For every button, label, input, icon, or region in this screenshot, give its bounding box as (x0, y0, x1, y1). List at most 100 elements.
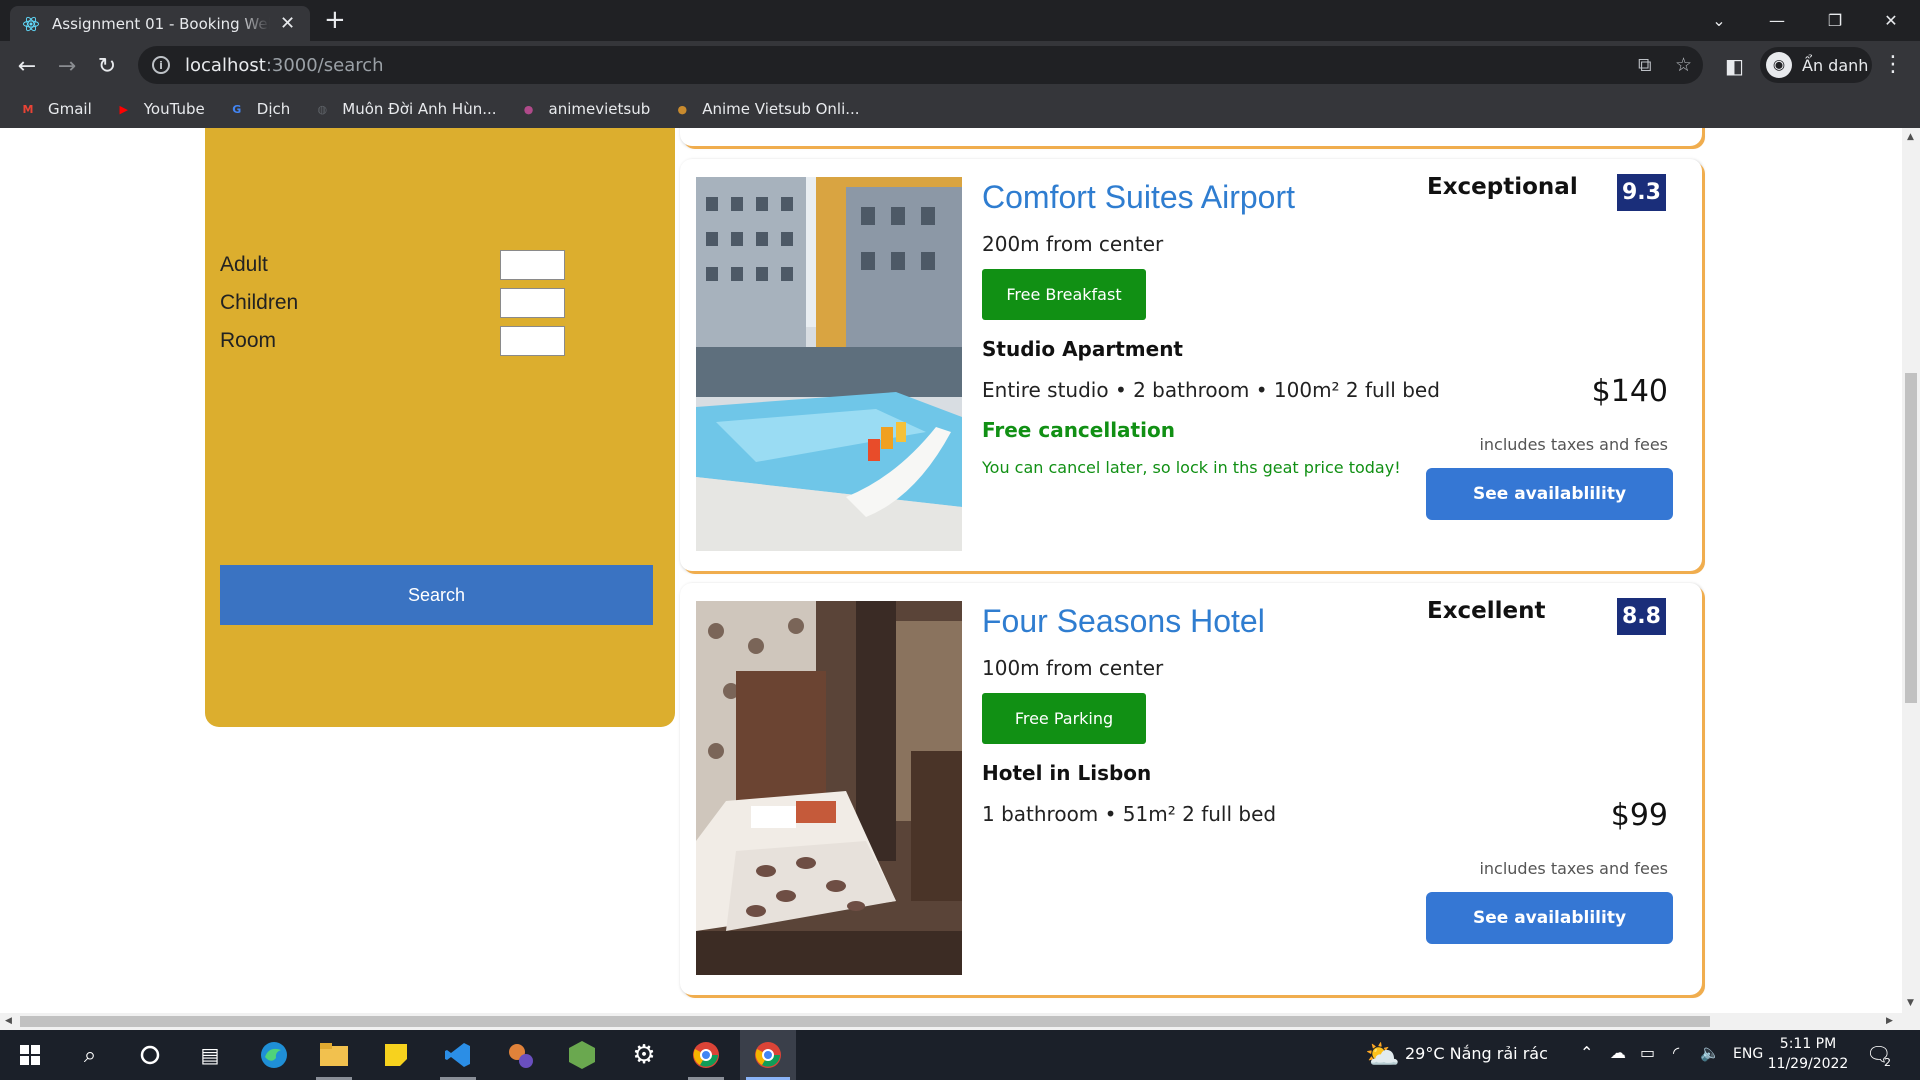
room-type: Hotel in Lisbon (982, 761, 1152, 785)
hotel-price: $99 (1610, 798, 1668, 833)
previous-hotel-card (680, 128, 1702, 146)
weather-icon[interactable]: ⛅ (1365, 1038, 1400, 1071)
bookmark-item[interactable]: ● animevietsub (519, 100, 651, 118)
horizontal-scrollbar[interactable]: ◀ ▶ (0, 1013, 1902, 1030)
more-menu-icon[interactable]: ⋮ (1882, 52, 1904, 77)
bookmark-star-icon[interactable]: ☆ (1675, 54, 1692, 76)
nodemon-icon[interactable] (492, 1030, 548, 1080)
scroll-up-icon[interactable]: ▲ (1907, 132, 1914, 142)
scroll-left-icon[interactable]: ◀ (5, 1016, 12, 1026)
new-tab-button[interactable]: + (324, 6, 346, 34)
bookmark-item[interactable]: ◍ Muôn Đời Anh Hùn... (312, 100, 496, 118)
bookmark-item[interactable]: ▶ YouTube (114, 100, 205, 118)
battery-icon[interactable]: ▭ (1640, 1043, 1655, 1062)
vscode-icon[interactable] (430, 1030, 486, 1080)
nodejs-icon[interactable] (554, 1030, 610, 1080)
hotel-price: $140 (1591, 374, 1668, 409)
bookmark-item[interactable]: ● Anime Vietsub Onli... (672, 100, 859, 118)
rating-score: 9.3 (1617, 174, 1666, 211)
room-description: Entire studio • 2 bathroom • 100m² 2 ful… (982, 378, 1440, 402)
anime-icon: ● (677, 102, 688, 116)
bookmark-label: YouTube (143, 100, 205, 118)
horizontal-scroll-thumb[interactable] (20, 1016, 1710, 1027)
room-description: 1 bathroom • 51m² 2 full bed (982, 802, 1277, 826)
vertical-scrollbar[interactable]: ▲ ▼ (1902, 128, 1920, 1013)
close-window-button[interactable]: ✕ (1862, 0, 1920, 41)
incognito-profile[interactable]: ◉ Ẩn danh (1760, 47, 1872, 83)
bookmark-item[interactable]: M Gmail (18, 100, 92, 118)
incognito-icon: ◉ (1766, 52, 1792, 78)
search-icon[interactable]: ⌕ (62, 1030, 118, 1080)
task-view-icon[interactable]: ▤ (182, 1030, 238, 1080)
windows-start-icon[interactable] (2, 1030, 58, 1080)
volume-icon[interactable]: 🔈 (1700, 1043, 1720, 1062)
rating-text: Exceptional (1427, 174, 1578, 200)
room-row: Room (220, 326, 565, 356)
translate-icon: G (232, 102, 242, 116)
edge-icon[interactable] (246, 1030, 302, 1080)
wifi-icon[interactable]: ◜ (1673, 1043, 1679, 1062)
minimize-button[interactable]: — (1748, 0, 1806, 41)
room-label: Room (220, 329, 277, 352)
site-info-icon[interactable]: i (152, 56, 170, 74)
bookmark-label: Anime Vietsub Onli... (702, 100, 860, 118)
page-viewport: Adult Children Room Search Comfort Suite… (0, 128, 1902, 1013)
tray-expand-icon[interactable]: ⌃ (1580, 1043, 1593, 1062)
adult-input[interactable] (500, 250, 565, 280)
hotel-card: Comfort Suites Airport 200m from center … (680, 159, 1702, 571)
tab-booking[interactable]: Assignment 01 - Booking Website ✕ (10, 6, 310, 41)
cancellation-note: You can cancel later, so lock in ths gea… (982, 458, 1401, 477)
hotel-card: Four Seasons Hotel 100m from center Free… (680, 583, 1702, 995)
children-row: Children (220, 288, 565, 318)
onedrive-icon[interactable]: ☁ (1610, 1043, 1626, 1062)
language-indicator[interactable]: ENG (1733, 1046, 1763, 1062)
url-text: localhost:3000/search (185, 55, 384, 76)
settings-icon[interactable]: ⚙ (616, 1030, 672, 1080)
taxes-note: includes taxes and fees (1479, 859, 1668, 878)
see-availability-button[interactable]: See availablility (1426, 892, 1673, 944)
file-explorer-icon[interactable] (306, 1030, 362, 1080)
profile-name: Ẩn danh (1802, 55, 1869, 75)
children-label: Children (220, 291, 299, 314)
notification-count: 2 (1884, 1056, 1891, 1069)
cortana-icon[interactable] (122, 1030, 178, 1080)
search-sidebar: Adult Children Room Search (205, 128, 675, 727)
scrollbar-corner (1902, 1013, 1920, 1030)
bookmark-label: Muôn Đời Anh Hùn... (342, 100, 497, 118)
adult-label: Adult (220, 253, 268, 276)
url-path: :3000/search (265, 54, 384, 76)
hotel-name[interactable]: Comfort Suites Airport (982, 179, 1295, 216)
tab-strip: Assignment 01 - Booking Website ✕ + ⌄ — … (0, 0, 1920, 41)
tab-search-icon[interactable]: ⌄ (1690, 0, 1748, 41)
back-icon[interactable]: ← (13, 52, 41, 80)
close-tab-icon[interactable]: ✕ (280, 13, 295, 34)
children-input[interactable] (500, 288, 565, 318)
hotel-name[interactable]: Four Seasons Hotel (982, 603, 1265, 640)
forward-icon[interactable]: → (53, 52, 81, 80)
restore-button[interactable]: ❐ (1806, 0, 1864, 41)
clock-time: 5:11 PM (1779, 1036, 1837, 1052)
address-bar[interactable]: i localhost:3000/search ⧉ ☆ (138, 46, 1703, 84)
scroll-down-icon[interactable]: ▼ (1907, 998, 1914, 1008)
see-availability-button[interactable]: See availablility (1426, 468, 1673, 520)
bookmark-item[interactable]: G Dịch (227, 100, 290, 118)
sticky-notes-icon[interactable] (368, 1030, 424, 1080)
chrome-active-icon[interactable] (740, 1030, 796, 1080)
taskbar: ⌕ ▤ ⚙ ⛅ 29°C Nắng rải rác ⌃ ☁ ▭ ◜ 🔈 ENG … (0, 1030, 1920, 1080)
room-input[interactable] (500, 326, 565, 356)
translate-page-icon[interactable]: ⧉ (1638, 54, 1652, 76)
vertical-scroll-thumb[interactable] (1905, 373, 1917, 703)
weather-text[interactable]: 29°C Nắng rải rác (1405, 1044, 1548, 1063)
hotel-photo-pool (696, 177, 962, 551)
bookmark-label: animevietsub (548, 100, 651, 118)
clock[interactable]: 5:11 PM 11/29/2022 (1760, 1034, 1856, 1074)
youtube-icon: ▶ (119, 102, 128, 116)
search-button[interactable]: Search (220, 565, 653, 625)
reload-icon[interactable]: ↻ (93, 52, 121, 80)
scroll-right-icon[interactable]: ▶ (1886, 1016, 1893, 1026)
hotel-tag: Free Parking (982, 693, 1146, 744)
side-panel-icon[interactable]: ◧ (1725, 54, 1744, 78)
chrome-profile-icon[interactable] (678, 1030, 734, 1080)
bookmark-label: Dịch (256, 100, 291, 118)
bookmark-label: Gmail (48, 100, 92, 118)
